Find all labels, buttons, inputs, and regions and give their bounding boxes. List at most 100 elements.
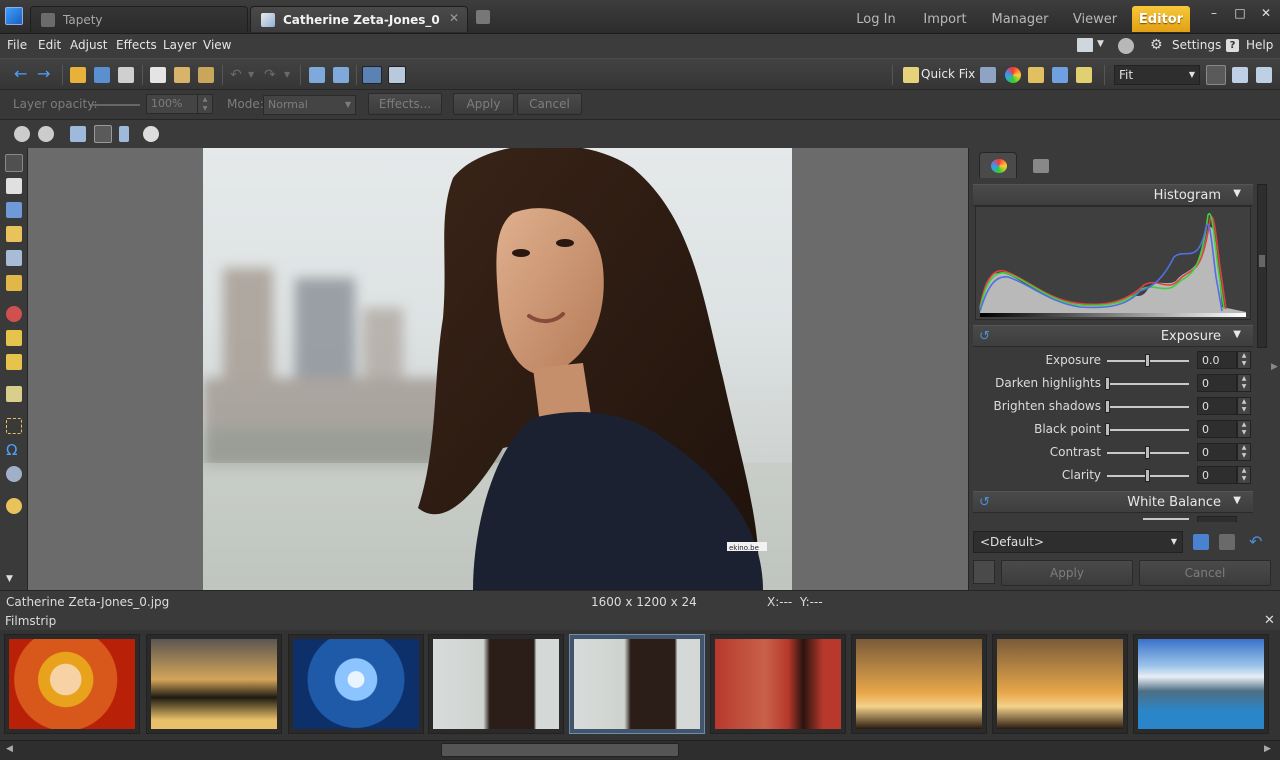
canvas-tool-icon[interactable]: [6, 275, 22, 291]
tab-tapety[interactable]: Tapety: [30, 6, 248, 32]
hand-tool-icon[interactable]: [6, 178, 22, 194]
straighten-icon[interactable]: [1076, 67, 1092, 83]
quick-fix-button[interactable]: Quick Fix: [921, 67, 975, 81]
reset-icon[interactable]: ↺: [979, 495, 990, 510]
tab-catherine[interactable]: Catherine Zeta-Jones_0 ✕: [250, 6, 468, 32]
rotate-left-icon[interactable]: [309, 67, 325, 83]
clone-tool-icon[interactable]: [6, 330, 22, 346]
zoom-fit-icon[interactable]: [94, 125, 112, 143]
exposure-header[interactable]: ↺ Exposure ▼: [973, 325, 1253, 347]
slider-knob[interactable]: [1145, 354, 1150, 367]
crop-tool-icon[interactable]: [6, 202, 22, 218]
mode-viewer[interactable]: Viewer: [1064, 6, 1126, 32]
zoom-select[interactable]: Fit ▼: [1114, 65, 1200, 85]
slider-spinner[interactable]: ▲ ▼: [1237, 351, 1251, 369]
brush-tool-icon[interactable]: [6, 386, 22, 402]
lasso-select-icon[interactable]: Ω: [6, 442, 22, 458]
gear-icon[interactable]: ⚙: [1150, 37, 1163, 53]
settings-menu[interactable]: Settings: [1172, 38, 1221, 52]
scroll-left-icon[interactable]: ◀: [6, 744, 13, 754]
layer-opacity-spinner[interactable]: ▲ ▼: [197, 94, 213, 114]
chevron-down-icon[interactable]: ▼: [6, 574, 22, 590]
filmstrip-thumb[interactable]: [428, 634, 564, 734]
shape-tool-icon[interactable]: [6, 466, 22, 482]
slider-spinner[interactable]: ▲ ▼: [1237, 466, 1251, 484]
undo-dropdown-icon[interactable]: ▼: [248, 67, 264, 83]
levels-icon[interactable]: [980, 67, 996, 83]
slider-value[interactable]: 0: [1197, 443, 1237, 461]
save-icon[interactable]: [94, 67, 110, 83]
close-window-button[interactable]: ✕: [1255, 4, 1277, 22]
panel-apply-button[interactable]: Apply: [1001, 560, 1133, 586]
cancel-button[interactable]: Cancel: [517, 93, 582, 115]
account-icon[interactable]: [1118, 38, 1134, 54]
mode-log-in[interactable]: Log In: [846, 6, 906, 32]
straighten-tool-icon[interactable]: [6, 226, 22, 242]
app-logo-icon[interactable]: [5, 7, 23, 25]
rect-select-icon[interactable]: [6, 418, 22, 434]
reset-icon[interactable]: ↺: [979, 329, 990, 344]
slider-knob[interactable]: [1105, 423, 1110, 436]
resize-tool-icon[interactable]: [6, 250, 22, 266]
undo-preset-icon[interactable]: ↶: [1249, 532, 1262, 551]
panel-scrollbar[interactable]: [1257, 184, 1267, 348]
save-preset-icon[interactable]: [1193, 534, 1209, 550]
close-filmstrip-icon[interactable]: ✕: [1264, 613, 1275, 628]
actual-size-icon[interactable]: [1256, 67, 1272, 83]
slider-spinner[interactable]: ▲ ▼: [1237, 397, 1251, 415]
zoom-fit-height-icon[interactable]: [119, 126, 129, 142]
panel-tab-layers[interactable]: [1023, 154, 1061, 178]
edited-photo[interactable]: ekino.be: [203, 148, 792, 590]
red-eye-auto-icon[interactable]: [6, 498, 22, 514]
filmstrip-thumb[interactable]: [288, 634, 424, 734]
filmstrip-thumb[interactable]: [710, 634, 846, 734]
menu-layer[interactable]: Layer: [163, 38, 196, 52]
close-tab-icon[interactable]: ✕: [449, 11, 459, 25]
panel-tab-adjust[interactable]: [979, 152, 1017, 178]
panel-cancel-button[interactable]: Cancel: [1139, 560, 1271, 586]
fit-to-window-icon[interactable]: [1206, 65, 1226, 85]
minimize-button[interactable]: –: [1203, 4, 1225, 22]
collapse-panel-icon[interactable]: ▶: [1271, 362, 1278, 372]
menu-edit[interactable]: Edit: [38, 38, 61, 52]
histogram-header[interactable]: Histogram ▼: [973, 184, 1253, 206]
scroll-thumb[interactable]: [441, 743, 679, 757]
mode-manager[interactable]: Manager: [984, 6, 1056, 32]
forward-arrow-icon[interactable]: →: [37, 66, 53, 83]
quick-fix-icon[interactable]: [903, 67, 919, 83]
compare-icon[interactable]: [973, 560, 995, 584]
copy-icon[interactable]: [150, 67, 166, 83]
preset-select[interactable]: <Default> ▼: [973, 531, 1183, 553]
zoom-in-icon[interactable]: [14, 126, 30, 142]
slider-track[interactable]: [1107, 406, 1189, 408]
split-view-icon[interactable]: [388, 66, 406, 84]
slider-track[interactable]: [1107, 429, 1189, 431]
mode-editor[interactable]: Editor: [1132, 6, 1190, 32]
menu-adjust[interactable]: Adjust: [70, 38, 108, 52]
slider-value[interactable]: 0: [1197, 374, 1237, 392]
delete-preset-icon[interactable]: [1219, 534, 1235, 550]
filmstrip-scrollbar[interactable]: ◀ ▶: [0, 740, 1280, 760]
sharpen-icon[interactable]: [1052, 67, 1068, 83]
slider-value[interactable]: 0.0: [1197, 351, 1237, 369]
maximize-button[interactable]: □: [1229, 4, 1251, 22]
slider-knob[interactable]: [1145, 469, 1150, 482]
color-icon[interactable]: [1005, 67, 1021, 83]
slider-value[interactable]: 0: [1197, 466, 1237, 484]
rotate-right-icon[interactable]: [333, 67, 349, 83]
back-arrow-icon[interactable]: ←: [14, 66, 30, 83]
mode-import[interactable]: Import: [912, 6, 978, 32]
heal-tool-icon[interactable]: [6, 354, 22, 370]
menu-file[interactable]: File: [7, 38, 27, 52]
scroll-right-icon[interactable]: ▶: [1264, 744, 1271, 754]
filmstrip-thumb-selected[interactable]: [569, 634, 705, 734]
apply-button[interactable]: Apply: [453, 93, 514, 115]
filmstrip-thumb[interactable]: [992, 634, 1128, 734]
slider-knob[interactable]: [1105, 400, 1110, 413]
open-folder-icon[interactable]: [70, 67, 86, 83]
slider-spinner[interactable]: ▲ ▼: [1237, 443, 1251, 461]
slider-spinner[interactable]: ▲ ▼: [1237, 374, 1251, 392]
layer-opacity-slider[interactable]: [90, 104, 140, 106]
slider-knob[interactable]: [1145, 446, 1150, 459]
single-view-icon[interactable]: [362, 66, 382, 84]
